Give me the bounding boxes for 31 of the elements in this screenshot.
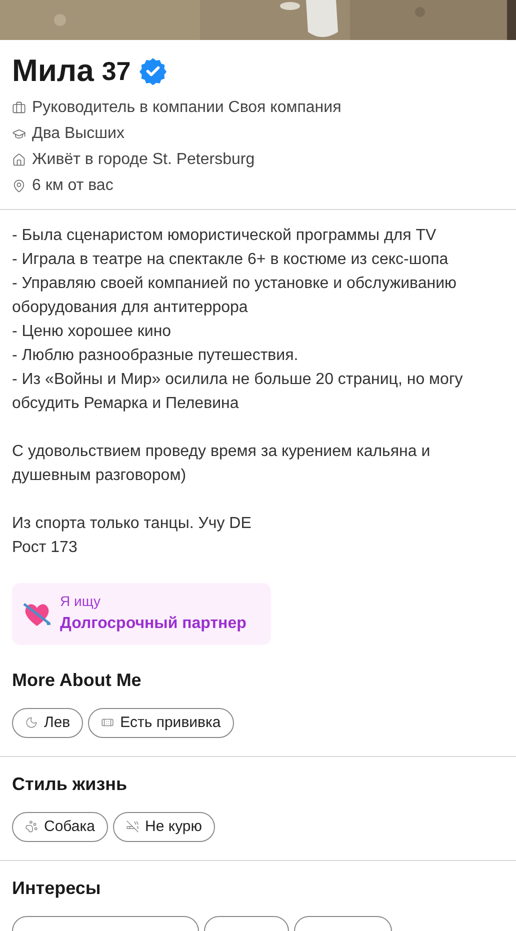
bio-text: С удовольствием проведу время за курением кальяна и душевным разговором) bbox=[12, 442, 432, 486]
section-title: Стиль жизнь bbox=[12, 772, 128, 796]
map-pin-icon bbox=[12, 178, 26, 193]
bio-text: Из спорта только танцы. Учу DE bbox=[12, 514, 252, 534]
tag-chip: Есть прививка bbox=[88, 708, 234, 738]
graduation-cap-icon bbox=[12, 126, 26, 141]
tag-chip: Лев bbox=[12, 708, 84, 738]
bio-text: - Управляю своей компанией по установке и обслуживанию оборудования для антитеррора bbox=[12, 274, 458, 318]
house-icon bbox=[12, 152, 26, 167]
tag-chip: Собака bbox=[12, 812, 108, 842]
bio-text: - Была сценаристом юмористической программы для TV bbox=[12, 226, 438, 246]
no-smoking-icon bbox=[126, 820, 139, 834]
bio-text: - Играла в театре на спектакле 6+ в костюме из секс-шопа bbox=[12, 250, 450, 270]
looking-for-value: Долгосрочный партнер bbox=[60, 614, 246, 634]
bio-text: Рост 173 bbox=[12, 538, 78, 558]
looking-for-label: Я ищу bbox=[60, 592, 102, 612]
tag-chip: Не курю bbox=[113, 812, 215, 842]
moon-icon bbox=[25, 716, 38, 730]
bio-text: - Люблю разнообразные путешествия. bbox=[12, 346, 300, 366]
profile-detail: 6 км от вас bbox=[32, 176, 114, 196]
bio-text: - Из «Войны и Мир» осилила не больше 20 страниц, но могу обсудить Ремарка и Пелевина bbox=[12, 370, 464, 414]
profile-age: 37 bbox=[102, 55, 131, 88]
profile-detail: Живёт в городе St. Petersburg bbox=[32, 150, 255, 170]
profile-detail: Руководитель в компании Своя компания bbox=[32, 98, 342, 118]
paw-icon bbox=[25, 820, 38, 834]
profile-detail: Два Высших bbox=[32, 124, 124, 144]
briefcase-icon bbox=[12, 100, 26, 115]
bio-text: - Ценю хорошее кино bbox=[12, 322, 172, 342]
section-title: Интересы bbox=[12, 876, 102, 900]
profile-name: Мила bbox=[12, 52, 94, 90]
section-title: More About Me bbox=[12, 668, 142, 692]
